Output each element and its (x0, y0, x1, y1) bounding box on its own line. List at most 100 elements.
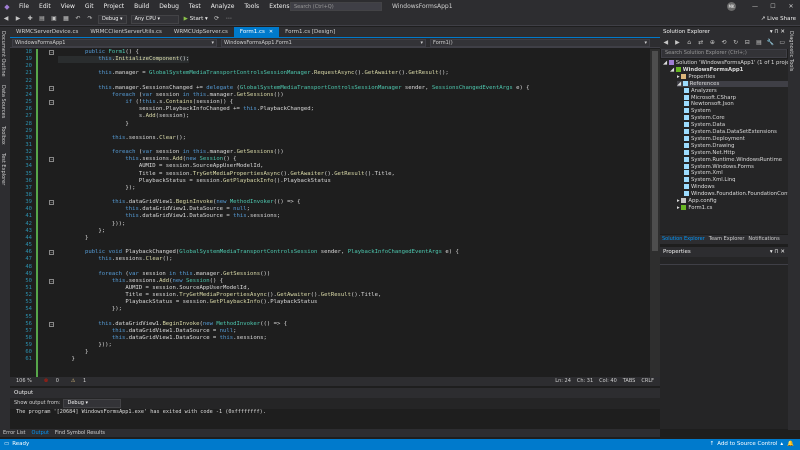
tab-wrmcclientserverutils-cs[interactable]: WRMCClientServerUtils.cs (84, 27, 168, 37)
switch-view-icon[interactable]: ⇄ (696, 38, 706, 48)
tree-item[interactable]: Newtonsoft.Json (684, 101, 788, 108)
code-line[interactable]: s.Add(session); (58, 113, 190, 120)
explorer-tab-solution-explorer[interactable]: Solution Explorer (660, 235, 707, 244)
menu-item-view[interactable]: View (56, 0, 80, 13)
code-line[interactable]: })); (58, 342, 111, 349)
code-line[interactable]: this.sessions.Add(new Session() { (58, 156, 236, 163)
forward-icon[interactable]: ▶ (13, 14, 23, 24)
tab-wrmcserverdevice-cs[interactable]: WRMCServerDevice.cs (10, 27, 84, 37)
undo-icon[interactable]: ↶ (73, 14, 83, 24)
solution-explorer-search[interactable]: Search Solution Explorer (Ctrl+;) (661, 49, 787, 58)
save-all-icon[interactable]: ▦ (61, 14, 71, 24)
start-button[interactable]: ▶ Start ▾ (181, 16, 211, 22)
error-indicator[interactable]: ⊗ 0 (38, 377, 59, 386)
tree-item[interactable]: ▸ App.config (677, 198, 788, 205)
tree-item[interactable]: ◢ Solution 'WindowsFormsApp1' (1 of 1 pr… (663, 60, 788, 67)
indent-mode[interactable]: TABS (623, 377, 636, 386)
collapse-icon[interactable]: − (49, 100, 54, 106)
minimize-icon[interactable]: — (746, 0, 764, 13)
menu-item-test[interactable]: Test (184, 0, 206, 13)
pin-icon[interactable]: ▾ ⊓ ✕ (770, 27, 785, 37)
side-tab-data-sources[interactable]: Data Sources (0, 81, 6, 122)
collapse-icon[interactable]: − (49, 321, 54, 327)
bottom-tab-output[interactable]: Output (29, 429, 52, 437)
code-line[interactable]: Title = session.TryGetMediaPropertiesAsy… (58, 292, 381, 299)
tree-item[interactable]: ▸ Form1.cs (677, 204, 788, 212)
live-share-button[interactable]: ↗ Live Share (761, 14, 796, 25)
project-dropdown[interactable]: WindowsFormsApp1 ▾ (12, 38, 217, 47)
tree-item[interactable]: System.Xml.Linq (684, 177, 788, 184)
tree-item[interactable]: ◢ References (677, 80, 788, 88)
code-line[interactable]: this.dataGridView1.DataSource = this.ses… (58, 213, 280, 220)
back-icon[interactable]: ◀ (661, 38, 671, 48)
properties-icon[interactable]: 🔧 (766, 38, 776, 48)
bottom-tab-find-symbol-results[interactable]: Find Symbol Results (52, 429, 108, 437)
home-icon[interactable]: ⌂ (684, 38, 694, 48)
code-line[interactable]: AUMID = session.SourceAppUserModelId, (58, 163, 264, 170)
tree-item[interactable]: Analyzers (684, 87, 788, 95)
preview-icon[interactable]: ▭ (777, 38, 787, 48)
menu-item-tools[interactable]: Tools (239, 0, 264, 13)
code-line[interactable]: this.manager.SessionsChanged += delegate… (58, 85, 529, 92)
member-dropdown[interactable]: Form1() ▾ (430, 38, 650, 47)
code-line[interactable]: this.manager = GlobalSystemMediaTranspor… (58, 70, 448, 77)
code-line[interactable]: } (58, 349, 88, 356)
code-line[interactable]: public Form1() { (58, 49, 139, 56)
code-line[interactable]: this.sessions.Clear(); (58, 135, 186, 142)
back-icon[interactable]: ◀ (1, 14, 11, 24)
tree-item[interactable]: Microsoft.CSharp (684, 94, 788, 102)
tree-item[interactable]: System.Xml (684, 170, 788, 177)
code-line[interactable]: this.dataGridView1.BeginInvoke(new Metho… (58, 199, 301, 206)
code-line[interactable]: }); (58, 306, 122, 313)
code-line[interactable]: }; (58, 228, 105, 235)
side-tab-diagnostic-tools[interactable]: Diagnostic Tools (788, 27, 794, 75)
code-line[interactable]: public void PlaybackChanged(GlobalSystem… (58, 249, 459, 256)
new-item-icon[interactable]: ✚ (25, 14, 35, 24)
menu-item-edit[interactable]: Edit (34, 0, 56, 13)
pending-changes-icon[interactable]: ⊕ (708, 38, 718, 48)
collapse-icon[interactable]: − (49, 200, 54, 206)
code-line[interactable]: AUMID = session.SourceAppUserModelId, (58, 285, 250, 292)
platform-select[interactable]: Any CPU ▾ (130, 14, 179, 24)
tree-item[interactable]: Windows.Foundation.FoundationContract (684, 191, 788, 198)
code-line[interactable]: foreach (var session in this.manager.Get… (58, 271, 270, 278)
refresh-icon[interactable]: ↻ (731, 38, 741, 48)
tree-item[interactable]: System.Runtime.WindowsRuntime (684, 156, 788, 164)
code-line[interactable]: }); (58, 185, 135, 192)
tree-item[interactable]: System.Deployment (684, 135, 788, 143)
notifications-icon[interactable]: 🔔 (787, 439, 794, 450)
tree-item[interactable]: System.Net.Http (684, 149, 788, 157)
code-line[interactable]: foreach (var session in this.manager.Get… (58, 92, 284, 99)
collapse-icon[interactable]: − (49, 278, 54, 284)
avatar[interactable]: MK (727, 2, 736, 11)
collapse-icon[interactable]: − (49, 85, 54, 91)
menu-item-debug[interactable]: Debug (154, 0, 184, 13)
hot-reload-icon[interactable]: ⟳ (212, 14, 222, 24)
config-select[interactable]: Debug ▾ (98, 14, 127, 24)
tree-item[interactable]: System (684, 108, 788, 115)
tab-form1-cs[interactable]: Form1.cs ✕ (233, 27, 280, 37)
maximize-icon[interactable]: ☐ (764, 0, 782, 13)
menu-item-project[interactable]: Project (99, 0, 130, 13)
add-to-source-control[interactable]: Add to Source Control (717, 439, 777, 450)
code-line[interactable]: PlaybackStatus = session.GetPlaybackInfo… (58, 299, 317, 306)
explorer-tab-notifications[interactable]: Notifications (746, 235, 781, 244)
menu-item-file[interactable]: File (14, 0, 34, 13)
sync-icon[interactable]: ⟲ (719, 38, 729, 48)
code-line[interactable]: })); (58, 221, 125, 228)
code-line[interactable]: this.sessions.Clear(); (58, 256, 172, 263)
code-line[interactable]: this.dataGridView1.DataSource = this.ses… (58, 335, 267, 342)
explorer-tab-team-explorer[interactable]: Team Explorer (707, 235, 747, 244)
close-icon[interactable]: ✕ (269, 29, 273, 35)
tree-item[interactable]: System.Core (684, 115, 788, 122)
save-icon[interactable]: ▣ (49, 14, 59, 24)
bottom-tab-error-list[interactable]: Error List (0, 429, 29, 437)
code-line[interactable]: this.dataGridView1.DataSource = null; (58, 206, 250, 213)
zoom-level[interactable]: 106 % (16, 377, 32, 386)
menu-item-build[interactable]: Build (129, 0, 154, 13)
output-source-select[interactable]: Debug ▾ (63, 399, 122, 408)
search-input[interactable]: Search (Ctrl+Q) (290, 2, 382, 11)
tab-wrmcudpserver-cs[interactable]: WRMCUdpServer.cs (168, 27, 234, 37)
tree-item[interactable]: ▸ Properties (677, 73, 788, 81)
side-tab-test-explorer[interactable]: Test Explorer (0, 149, 6, 189)
